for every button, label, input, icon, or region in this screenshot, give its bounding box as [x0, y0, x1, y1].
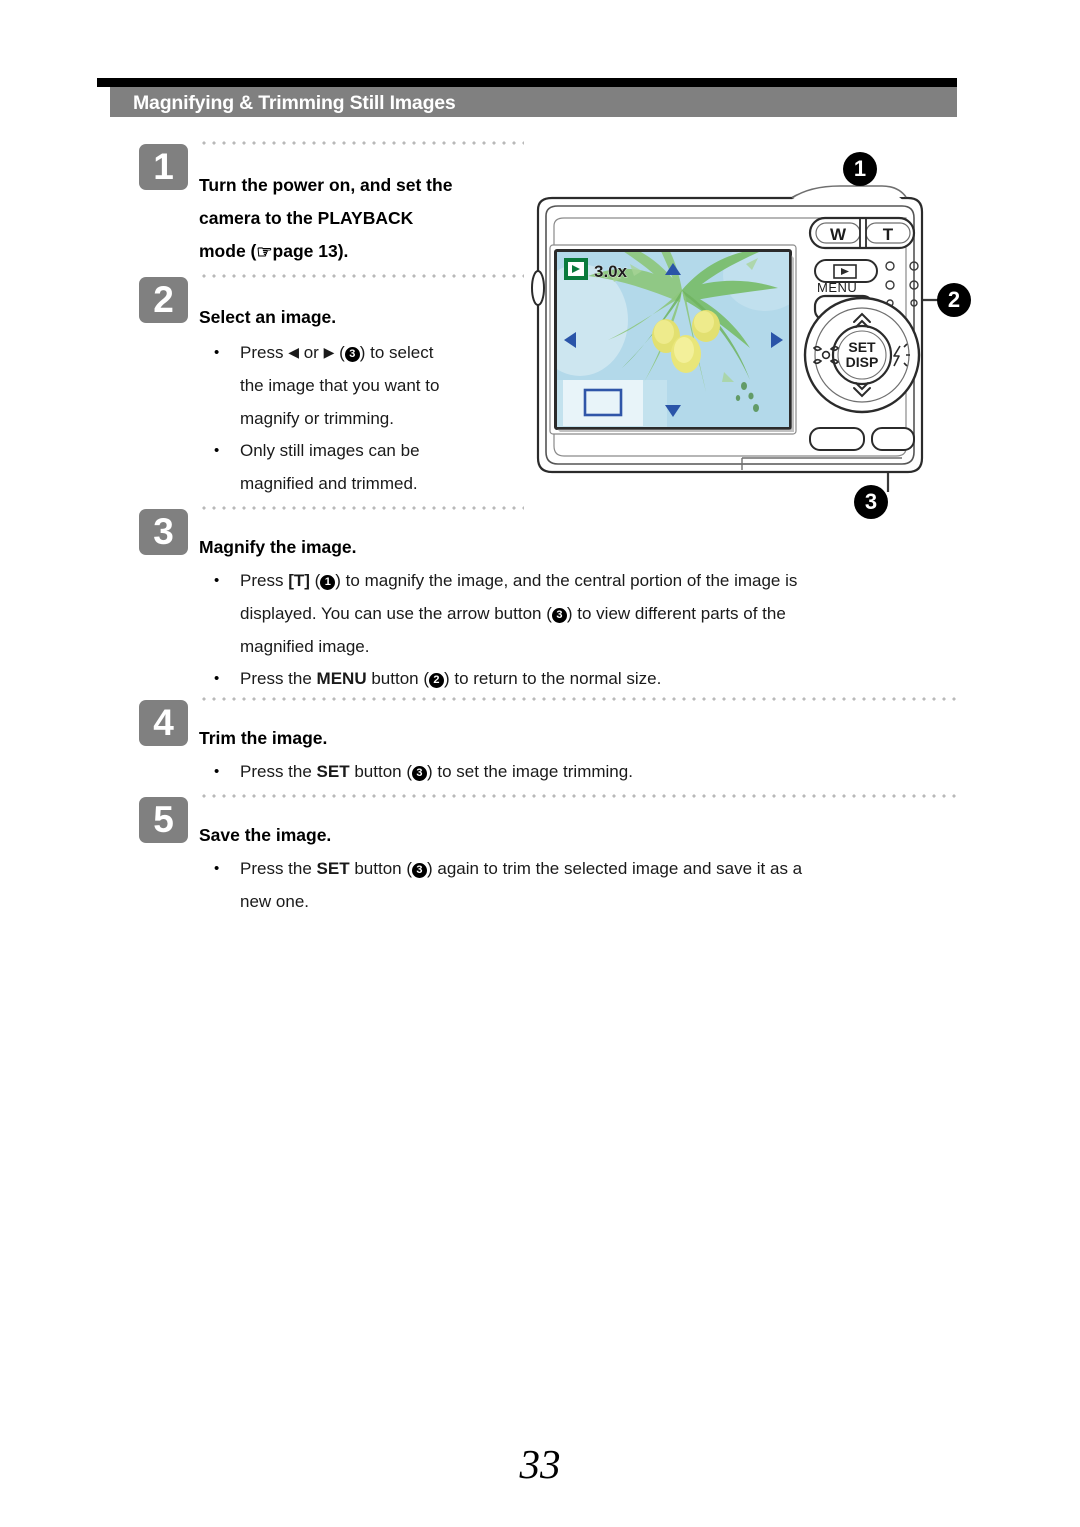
step-5-bullet-1-tail: ) again to trim the selected image and s…	[426, 859, 803, 878]
separator-step-3	[199, 506, 524, 510]
arrow-button-text: displayed. You can use the arrow button …	[240, 604, 552, 623]
button-paren: button (	[366, 669, 429, 688]
step-badge-5: 5	[139, 797, 188, 843]
paren-open: (	[309, 571, 321, 590]
svg-text:SET: SET	[848, 339, 876, 355]
step-5-bullet-1-line1: Press the SET button (3) again to trim t…	[240, 852, 802, 885]
svg-text:3.0x: 3.0x	[594, 262, 628, 281]
left-arrow-icon: ◀	[288, 344, 299, 360]
or-label: or	[303, 343, 319, 362]
step-1-mode-text: mode (	[199, 241, 257, 261]
step-2-bullet-1-line3: magnify or trimming.	[240, 409, 394, 428]
step-2-bullet-2-line2: magnified and trimmed.	[240, 474, 418, 493]
page-title: Magnifying & Trimming Still Images	[133, 92, 456, 114]
step-4-bullet-1-tail: ) to set the image trimming.	[426, 762, 633, 781]
press-label: Press	[240, 343, 284, 362]
separator-step-4	[199, 697, 957, 701]
step-badge-3: 3	[139, 509, 188, 555]
callout-3: 3	[854, 485, 888, 519]
callout-ref-3: 3	[551, 608, 567, 623]
step-2-bullet-2-marker: •	[214, 442, 220, 459]
press-the-label: Press the	[240, 669, 317, 688]
step-3-heading: Magnify the image.	[199, 537, 357, 557]
step-3-bullet-2-tail: ) to return to the normal size.	[443, 669, 662, 688]
callout-ref-1: 1	[320, 575, 336, 590]
step-badge-1: 1	[139, 144, 188, 190]
arrow-button-text-tail: ) to view different parts of the	[566, 604, 786, 623]
step-1-heading-line1: Turn the power on, and set the	[199, 175, 453, 195]
press-label: Press	[240, 571, 289, 590]
right-arrow-icon: ▶	[323, 344, 335, 360]
step-5-bullet-1-line2: new one.	[240, 892, 309, 911]
step-1-page-ref: page 13).	[272, 241, 349, 261]
step-2-heading: Select an image.	[199, 307, 337, 327]
step-2-bullet-1-marker: •	[214, 344, 220, 361]
callout-ref-3: 3	[411, 863, 427, 878]
svg-text:W: W	[830, 225, 847, 244]
svg-text:MENU: MENU	[817, 280, 857, 295]
set-key-label: SET	[316, 859, 350, 878]
callout-1: 1	[843, 152, 877, 186]
callout-2: 2	[937, 283, 971, 317]
callout-ref-3: 3	[344, 347, 360, 362]
callout-ref-3: 3	[411, 766, 427, 781]
step-3-bullet-1-line3: magnified image.	[240, 637, 370, 656]
svg-text:DISP: DISP	[846, 354, 879, 370]
separator-step-1	[199, 141, 524, 145]
page-number: 33	[519, 1441, 561, 1487]
step-1-heading-line3: mode (☞page 13).	[199, 235, 348, 268]
step-4-bullet-1-marker: •	[214, 763, 220, 780]
step-2-bullet-2-line1: Only still images can be	[240, 441, 420, 460]
press-the-label: Press the	[240, 762, 317, 781]
step-3-bullet-2-line1: Press the MENU button (2) to return to t…	[240, 662, 661, 695]
step-2-bullet-1-line2: the image that you want to	[240, 376, 440, 395]
step-2-bullet-1-line1: Press ◀ or ▶ (3) to select	[240, 343, 434, 362]
separator-step-2	[199, 274, 524, 278]
key-t-label: [T]	[288, 571, 310, 590]
step-3-bullet-2-marker: •	[214, 670, 220, 687]
menu-key-label: MENU	[316, 669, 367, 688]
step-4-heading: Trim the image.	[199, 728, 328, 748]
button-paren: button (	[349, 859, 412, 878]
step-3-bullet-1-tail: ) to magnify the image, and the central …	[335, 571, 798, 590]
set-key-label: SET	[316, 762, 350, 781]
camera-illustration: 3.0x W T MENU SET DISP	[510, 140, 980, 530]
step-badge-4: 4	[139, 700, 188, 746]
step-badge-2: 2	[139, 277, 188, 323]
step-5-bullet-1-marker: •	[214, 860, 220, 877]
svg-text:T: T	[883, 225, 894, 244]
header-top-rule	[97, 78, 957, 87]
button-paren: button (	[349, 762, 412, 781]
step-3-bullet-1-line1: Press [T] (1) to magnify the image, and …	[240, 564, 797, 597]
manual-page: Magnifying & Trimming Still Images 1 Tur…	[0, 0, 1080, 1527]
step-4-bullet-1-line1: Press the SET button (3) to set the imag…	[240, 755, 633, 788]
step-3-bullet-1-marker: •	[214, 572, 220, 589]
step-3-bullet-1-line2: displayed. You can use the arrow button …	[240, 597, 786, 630]
press-the-label: Press the	[240, 859, 317, 878]
separator-step-5	[199, 794, 957, 798]
step-1-heading-line2: camera to the PLAYBACK	[199, 208, 414, 228]
step-2-bullet-1-tail: ) to select	[359, 343, 434, 362]
pointing-hand-icon: ☞	[256, 242, 273, 262]
step-5-heading: Save the image.	[199, 825, 332, 845]
callout-ref-2: 2	[428, 673, 444, 688]
